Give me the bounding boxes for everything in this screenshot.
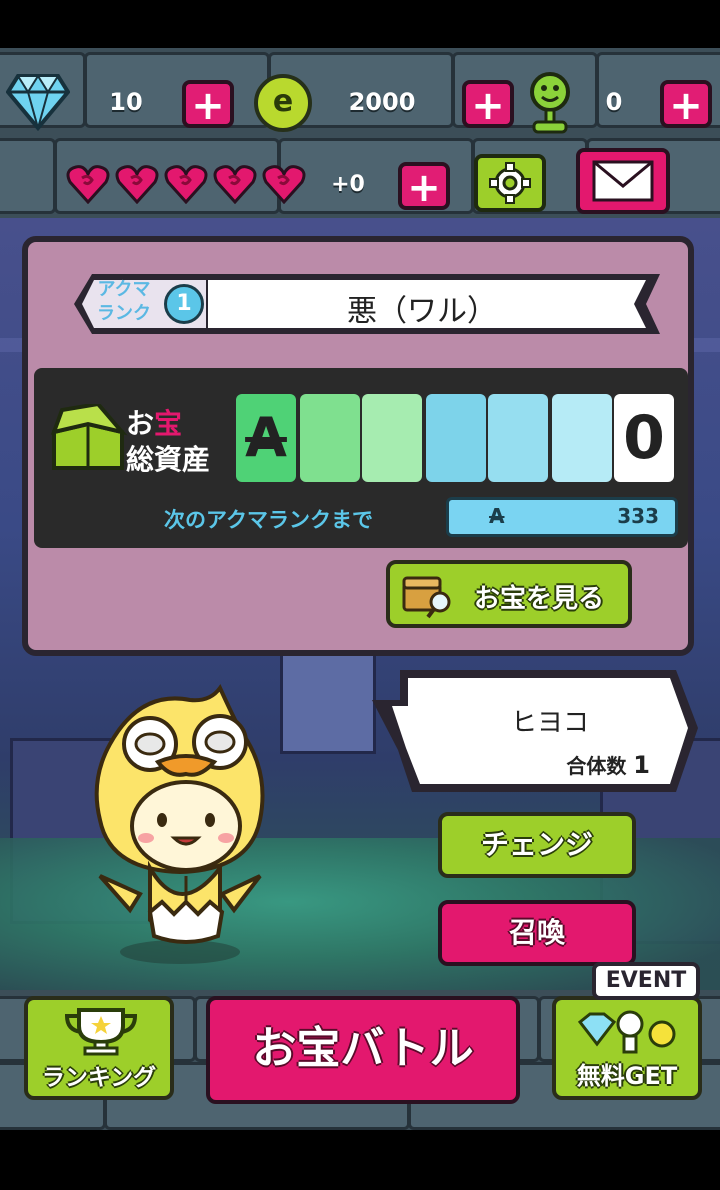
free-get-button[interactable]: 無料GET xyxy=(552,996,702,1100)
event-badge: EVENT xyxy=(592,962,700,1000)
assets-label-a: お xyxy=(126,407,155,440)
chest-magnifier-icon xyxy=(400,572,456,620)
digit-cell-2 xyxy=(300,394,360,482)
rank-number-badge: 1 xyxy=(164,284,204,324)
rank-label-line1: アクマ xyxy=(97,279,151,300)
heart-icon xyxy=(66,164,110,205)
coin-symbol: e xyxy=(272,84,294,119)
assets-label: お宝 総資産 xyxy=(126,406,236,478)
settings-button[interactable] xyxy=(474,154,546,212)
next-rank-symbol: A xyxy=(489,504,505,528)
stamina-bonus: +0 xyxy=(331,172,365,197)
friend-icon xyxy=(526,70,574,134)
coin-icon: e xyxy=(254,74,312,132)
add-stamina-button[interactable]: + xyxy=(398,162,450,210)
view-treasure-button[interactable]: お宝を見る xyxy=(386,560,632,628)
mail-button[interactable] xyxy=(576,148,670,214)
ranking-label: ランキング xyxy=(41,1065,157,1091)
heart-icon xyxy=(164,164,208,205)
friend-count: 0 xyxy=(605,88,623,116)
treasure-battle-label: お宝バトル xyxy=(252,1023,474,1074)
assets-value: 0 xyxy=(623,403,665,473)
digit-cell-5 xyxy=(488,394,548,482)
heart-icon xyxy=(213,164,257,205)
digit-cell-3 xyxy=(362,394,422,482)
character-info-bubble: ヒヨコ 合体数 1 xyxy=(370,666,702,796)
assets-currency-symbol: A xyxy=(245,406,287,469)
envelope-icon xyxy=(592,160,654,202)
rank-label-line2: ランク xyxy=(97,303,151,324)
treasure-battle-button[interactable]: お宝バトル xyxy=(206,996,520,1104)
rank-number: 1 xyxy=(176,291,192,316)
add-diamonds-button[interactable]: + xyxy=(182,80,234,128)
system-nav-bar xyxy=(0,1130,720,1190)
next-rank-value: 333 xyxy=(617,504,659,528)
assets-label-line2: 総資産 xyxy=(126,443,211,476)
rank-label: アクマ ランク xyxy=(86,278,162,326)
assets-value-cell: 0 xyxy=(614,394,674,482)
chick-character[interactable] xyxy=(70,680,290,970)
assets-label-b: 宝 xyxy=(154,407,183,440)
next-rank-label: 次のアクマランクまで xyxy=(164,508,373,532)
fusion-label: 合体数 xyxy=(566,754,627,778)
rank-name: 悪（ワル） xyxy=(347,294,497,329)
heart-icon xyxy=(115,164,159,205)
event-badge-label: EVENT xyxy=(605,968,687,993)
diamond-count: 10 xyxy=(109,88,143,116)
coin-count: 2000 xyxy=(348,88,416,116)
add-friends-button[interactable]: + xyxy=(660,80,712,128)
add-coins-button[interactable]: + xyxy=(462,80,514,128)
change-button[interactable]: チェンジ xyxy=(438,812,636,878)
gem-friend-coin-icon xyxy=(577,1010,676,1054)
gear-icon xyxy=(489,162,531,204)
view-treasure-label: お宝を見る xyxy=(474,584,605,614)
heart-icon xyxy=(262,164,306,205)
digit-cell-1: A xyxy=(236,394,296,482)
fusion-count: 1 xyxy=(633,751,650,779)
fusion-info: 合体数 1 xyxy=(520,750,650,779)
status-bar xyxy=(0,0,720,48)
trophy-icon xyxy=(64,1008,138,1056)
digit-cell-4 xyxy=(426,394,486,482)
ranking-button[interactable]: ランキング xyxy=(24,996,174,1100)
treasure-chest-icon xyxy=(48,401,128,474)
character-name: ヒヨコ xyxy=(510,708,589,738)
summon-button[interactable]: 召喚 xyxy=(438,900,636,966)
next-rank-progress: A 333 xyxy=(446,497,678,537)
free-get-label: 無料GET xyxy=(576,1062,678,1090)
change-label: チェンジ xyxy=(480,828,593,861)
summon-label: 召喚 xyxy=(508,916,565,949)
rank-tab: アクマ ランク 1 悪（ワル） xyxy=(72,272,662,336)
diamond-icon xyxy=(5,72,71,132)
digit-cell-6 xyxy=(552,394,612,482)
